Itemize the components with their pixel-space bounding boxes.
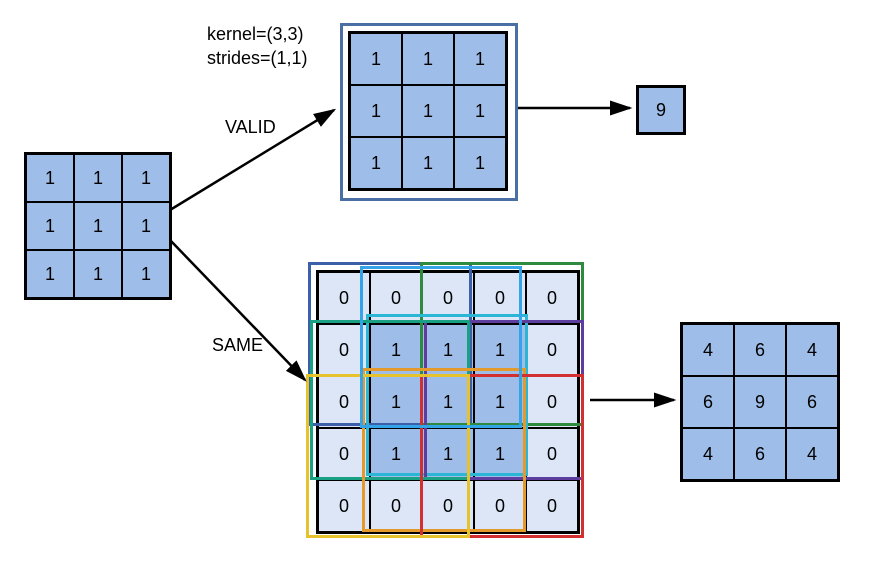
pad-cell: 0 <box>318 480 370 532</box>
strides-label: strides=(1,1) <box>207 48 308 69</box>
pad-cell: 0 <box>422 272 474 324</box>
same-label: SAME <box>212 335 263 356</box>
pad-cell: 1 <box>370 324 422 376</box>
kernel-cell: 1 <box>454 85 506 137</box>
pad-cell: 0 <box>318 324 370 376</box>
pad-cell: 0 <box>526 480 578 532</box>
input-cell: 1 <box>26 250 74 298</box>
pad-cell: 0 <box>422 480 474 532</box>
input-cell: 1 <box>74 250 122 298</box>
pad-cell: 1 <box>474 376 526 428</box>
input-cell: 1 <box>122 250 170 298</box>
input-cell: 1 <box>74 202 122 250</box>
input-cell: 1 <box>122 202 170 250</box>
same-padded-grid: 0 0 0 0 0 0 1 1 1 0 0 1 1 1 0 0 1 1 1 0 … <box>316 270 580 534</box>
pad-cell: 0 <box>370 272 422 324</box>
pad-cell: 0 <box>318 428 370 480</box>
pad-cell: 1 <box>370 428 422 480</box>
pad-cell: 0 <box>526 324 578 376</box>
same-out-cell: 6 <box>734 324 786 376</box>
pad-cell: 1 <box>422 324 474 376</box>
same-out-cell: 4 <box>682 428 734 480</box>
same-out-cell: 4 <box>786 324 838 376</box>
pad-cell: 0 <box>526 428 578 480</box>
valid-kernel-grid: 1 1 1 1 1 1 1 1 1 <box>348 31 508 191</box>
pad-cell: 1 <box>474 428 526 480</box>
same-out-cell: 6 <box>734 428 786 480</box>
input-cell: 1 <box>74 154 122 202</box>
kernel-cell: 1 <box>402 137 454 189</box>
kernel-cell: 1 <box>350 33 402 85</box>
arrow-input-to-same <box>170 240 305 380</box>
pad-cell: 1 <box>422 376 474 428</box>
kernel-cell: 1 <box>350 137 402 189</box>
same-out-cell: 6 <box>682 376 734 428</box>
kernel-cell: 1 <box>454 33 506 85</box>
kernel-cell: 1 <box>454 137 506 189</box>
pad-cell: 0 <box>370 480 422 532</box>
same-out-cell: 9 <box>734 376 786 428</box>
input-cell: 1 <box>122 154 170 202</box>
kernel-label: kernel=(3,3) <box>207 24 304 45</box>
same-out-cell: 6 <box>786 376 838 428</box>
pad-cell: 0 <box>474 480 526 532</box>
pad-cell: 1 <box>474 324 526 376</box>
valid-output-cell: 9 <box>638 87 684 133</box>
same-output-grid: 4 6 4 6 9 6 4 6 4 <box>680 322 840 482</box>
pad-cell: 0 <box>526 272 578 324</box>
valid-label: VALID <box>225 117 276 138</box>
input-grid: 1 1 1 1 1 1 1 1 1 <box>24 152 172 300</box>
kernel-cell: 1 <box>402 33 454 85</box>
kernel-cell: 1 <box>350 85 402 137</box>
input-cell: 1 <box>26 154 74 202</box>
pad-cell: 0 <box>474 272 526 324</box>
kernel-cell: 1 <box>402 85 454 137</box>
valid-output: 9 <box>636 85 686 135</box>
pad-cell: 0 <box>318 376 370 428</box>
input-cell: 1 <box>26 202 74 250</box>
same-out-cell: 4 <box>786 428 838 480</box>
pad-cell: 0 <box>318 272 370 324</box>
pad-cell: 1 <box>422 428 474 480</box>
same-out-cell: 4 <box>682 324 734 376</box>
pad-cell: 1 <box>370 376 422 428</box>
pad-cell: 0 <box>526 376 578 428</box>
